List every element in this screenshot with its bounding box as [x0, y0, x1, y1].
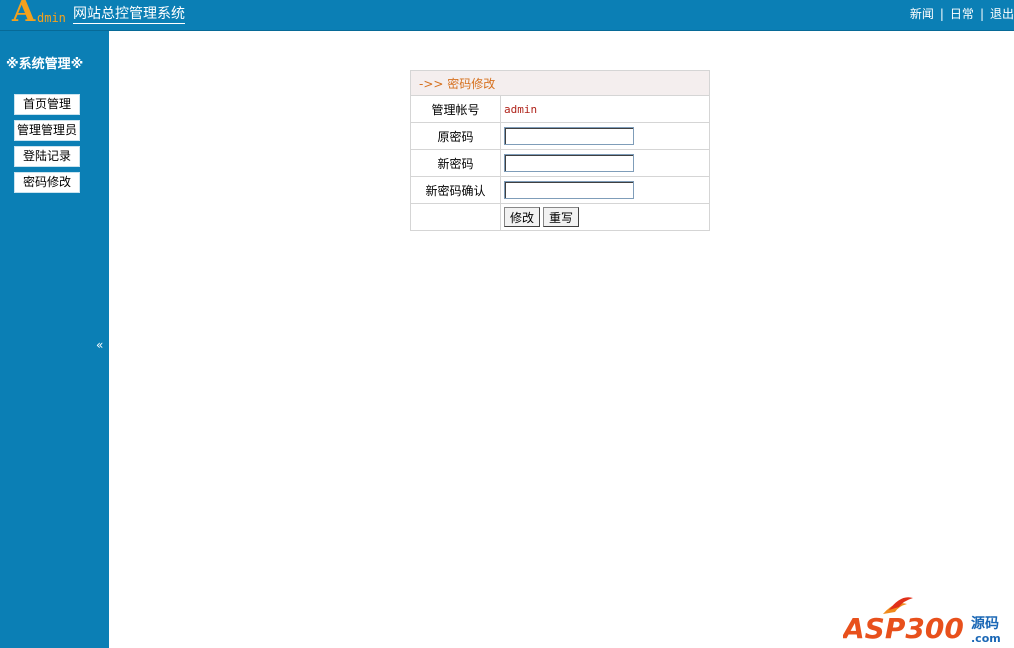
sidebar: ※系统管理※ 首页管理 管理管理员 登陆记录 密码修改 «	[0, 31, 109, 648]
sidebar-item-login-log[interactable]: 登陆记录	[14, 146, 80, 167]
password-form-panel: ->> 密码修改 管理帐号 admin 原密码 新密码 新密码确认 修改 重写	[410, 70, 710, 231]
new-password-input[interactable]	[504, 154, 634, 172]
nav-separator: |	[939, 7, 944, 21]
nav-separator: |	[979, 7, 984, 21]
nav-daily-link[interactable]: 日常	[950, 7, 974, 21]
sidebar-title: ※系统管理※	[6, 57, 84, 72]
empty-cell	[410, 203, 501, 231]
collapse-sidebar-icon[interactable]: «	[96, 338, 103, 352]
panel-title: ->> 密码修改	[410, 70, 710, 96]
logo-letter: A	[12, 0, 36, 29]
old-password-label: 原密码	[410, 122, 501, 150]
sidebar-menu: 首页管理 管理管理员 登陆记录 密码修改	[14, 94, 80, 198]
submit-button[interactable]: 修改	[504, 207, 541, 227]
sidebar-item-password[interactable]: 密码修改	[14, 172, 80, 193]
top-header: A dmin 网站总控管理系统 新闻 | 日常 | 退出	[0, 0, 1014, 31]
logo-word: dmin	[37, 11, 66, 25]
nav-logout-link[interactable]: 退出	[990, 7, 1014, 21]
sidebar-item-admins[interactable]: 管理管理员	[14, 120, 80, 141]
account-label: 管理帐号	[410, 95, 501, 123]
watermark-brand: ASP300	[843, 612, 964, 645]
old-password-input[interactable]	[504, 127, 634, 145]
account-value: admin	[504, 103, 538, 116]
confirm-password-label: 新密码确认	[410, 176, 501, 204]
nav-news-link[interactable]: 新闻	[910, 7, 934, 21]
asp300-watermark-logo: ASP300 源码 .com	[843, 597, 1001, 645]
sidebar-item-home[interactable]: 首页管理	[14, 94, 80, 115]
reset-button[interactable]: 重写	[543, 207, 580, 227]
watermark-domain: .com	[971, 632, 1001, 645]
new-password-label: 新密码	[410, 149, 501, 177]
app-title: 网站总控管理系统	[73, 6, 185, 24]
confirm-password-input[interactable]	[504, 181, 634, 199]
watermark-suffix: 源码	[971, 615, 999, 632]
top-nav: 新闻 | 日常 | 退出	[910, 5, 1014, 22]
